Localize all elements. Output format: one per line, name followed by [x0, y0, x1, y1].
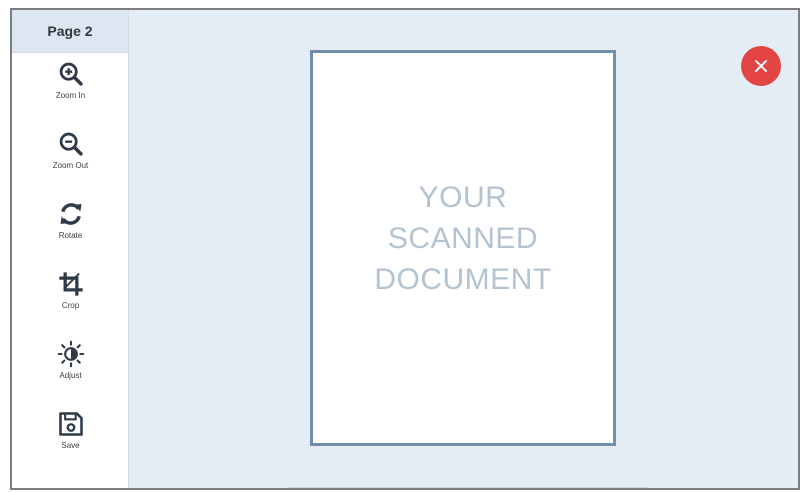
zoom-out-icon [59, 132, 83, 156]
zoom-in-label: Zoom In [55, 91, 86, 100]
zoom-out-label: Zoom Out [52, 161, 89, 170]
rotate-label: Rotate [58, 231, 83, 240]
adjust-brightness-icon [57, 340, 84, 368]
document-canvas[interactable]: YOUR SCANNED DOCUMENT [129, 10, 798, 488]
scanner-window: Page 2 Zoom In Zoom Out Rotate Crop Adju… [10, 8, 800, 490]
page-indicator: Page 2 [12, 10, 128, 53]
save-label: Save [61, 441, 80, 450]
placeholder-line: SCANNED [387, 221, 539, 255]
adjust-label: Adjust [59, 371, 82, 380]
placeholder-line: DOCUMENT [374, 262, 552, 296]
adjust-button[interactable]: Adjust [12, 336, 129, 398]
tool-sidebar: Page 2 Zoom In Zoom Out Rotate Crop Adju… [12, 10, 129, 488]
zoom-out-button[interactable]: Zoom Out [12, 126, 129, 188]
save-button[interactable]: Save [12, 406, 129, 468]
rotate-icon [60, 203, 81, 225]
crop-label: Crop [61, 301, 80, 310]
close-button[interactable] [741, 46, 781, 86]
crop-icon [58, 272, 83, 296]
crop-button[interactable]: Crop [12, 266, 129, 328]
rotate-button[interactable]: Rotate [12, 196, 129, 258]
scanned-document-preview[interactable]: YOUR SCANNED DOCUMENT [310, 50, 616, 446]
document-placeholder: YOUR SCANNED DOCUMENT [374, 177, 551, 300]
scroll-indicator [289, 487, 649, 488]
save-icon [58, 412, 83, 436]
zoom-in-icon [59, 62, 83, 86]
zoom-in-button[interactable]: Zoom In [12, 56, 129, 118]
close-icon [755, 60, 767, 72]
placeholder-line: YOUR [418, 180, 508, 214]
